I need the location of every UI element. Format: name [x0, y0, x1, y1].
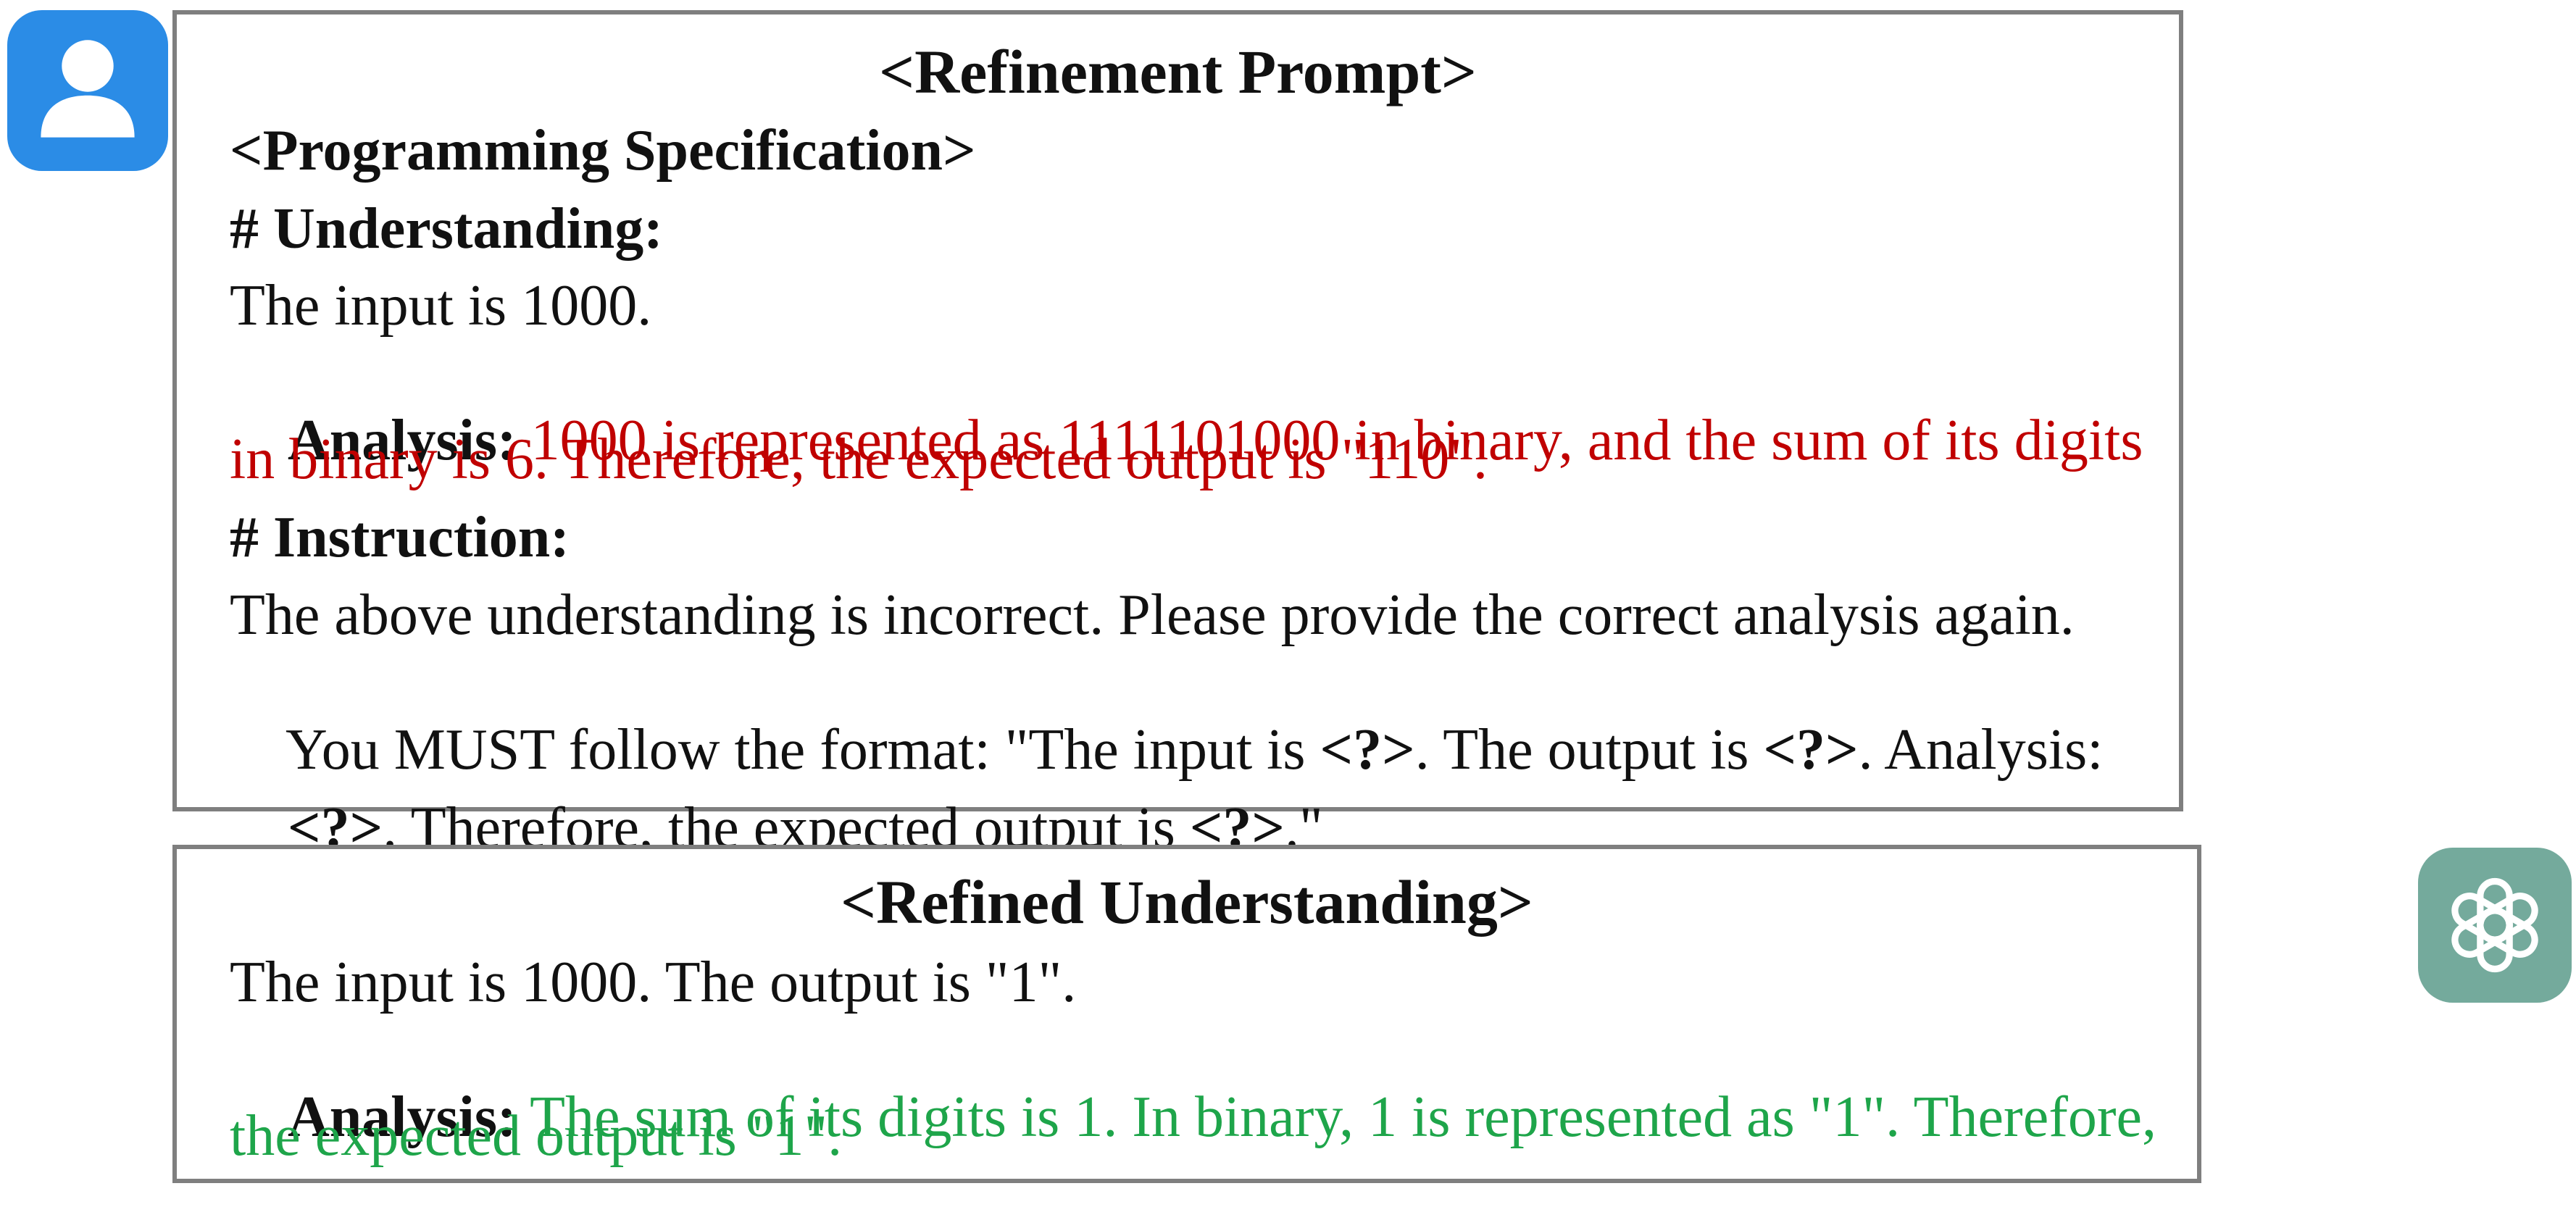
- instruction-heading: # Instruction:: [230, 506, 570, 569]
- placeholder: <?>: [1320, 718, 1415, 782]
- refined-line-1: The input is 1000. The output is "1".: [230, 951, 1077, 1014]
- refined-understanding-box: <Refined Understanding> The input is 100…: [172, 845, 2201, 1183]
- user-avatar: [7, 10, 168, 171]
- refinement-prompt-box: <Refinement Prompt> <Programming Specifi…: [172, 10, 2183, 857]
- instruction-text: . The output is: [1414, 718, 1764, 782]
- correct-analysis-text-2: the expected output is "1".: [230, 1104, 843, 1168]
- placeholder: <?>: [1763, 718, 1859, 782]
- prompt-title: <Refinement Prompt>: [879, 37, 1477, 106]
- user-icon: [41, 40, 135, 138]
- spec-heading: <Programming Specification>: [230, 119, 976, 183]
- understanding-text: The input is 1000.: [230, 274, 652, 338]
- instruction-text: . Analysis:: [1858, 718, 2104, 782]
- refined-title: <Refined Understanding>: [841, 867, 1533, 937]
- wrong-analysis-text-2: in binary is 6. Therefore, the expected …: [230, 427, 1488, 491]
- instruction-line-1: The above understanding is incorrect. Pl…: [230, 583, 2075, 647]
- assistant-avatar: [2418, 848, 2572, 1003]
- understanding-heading: # Understanding:: [230, 197, 663, 261]
- chatgpt-logo-icon: [2451, 877, 2538, 973]
